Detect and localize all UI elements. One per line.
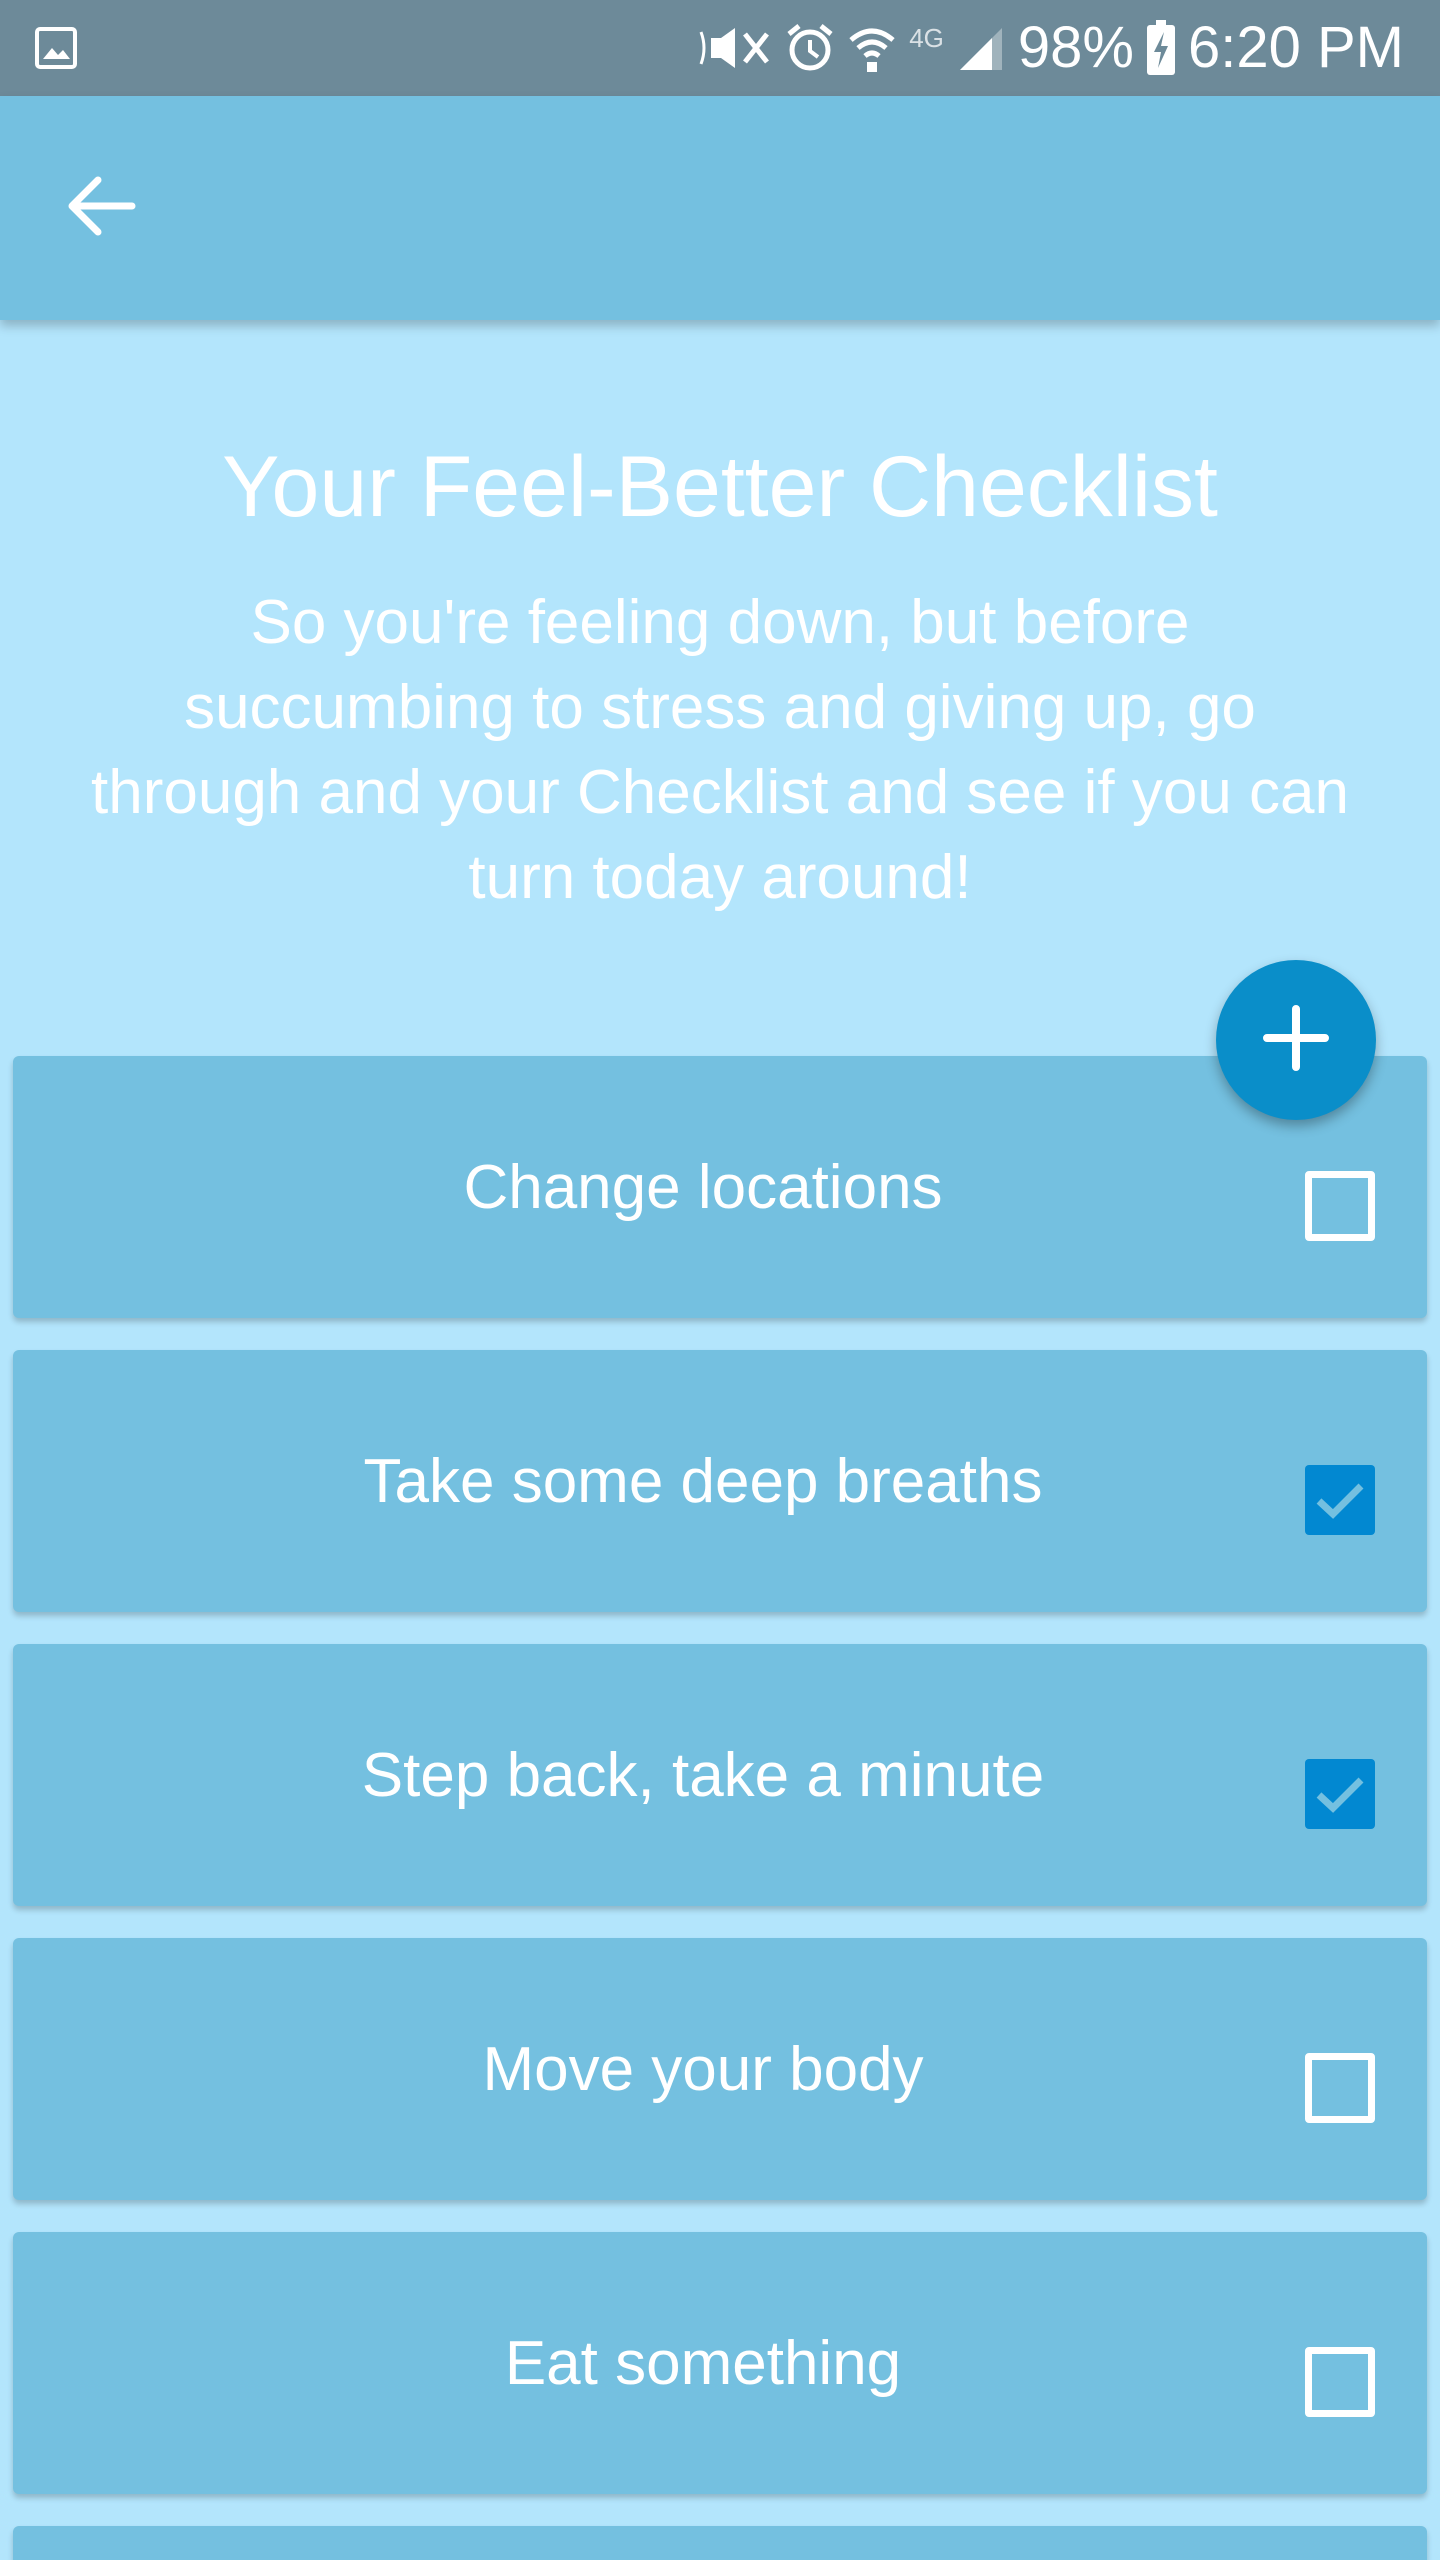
screen: 4G 98% 6:20 PM Your Feel-Better Checklis… xyxy=(0,0,1440,2560)
alarm-icon xyxy=(785,22,835,74)
app-bar xyxy=(0,96,1440,320)
battery-percent: 98% xyxy=(1017,15,1134,80)
status-icons: 4G 98% 6:20 PM xyxy=(697,0,1404,96)
item-label: Step back, take a minute xyxy=(361,1740,1045,1810)
item-label: Take some deep breaths xyxy=(363,1446,1043,1516)
checklist-item[interactable]: Take some deep breaths xyxy=(13,1350,1427,1612)
page-intro: So you're feeling down, but before succu… xyxy=(91,588,1349,912)
checklist-item-partial[interactable] xyxy=(13,2526,1427,2560)
add-item-button[interactable] xyxy=(1216,960,1376,1120)
item-label: Move your body xyxy=(482,2034,924,2104)
page-title: Your Feel-Better Checklist xyxy=(222,439,1218,535)
checklist-item[interactable]: Eat something xyxy=(13,2232,1427,2494)
item-label: Eat something xyxy=(504,2328,902,2398)
clock-time: 6:20 PM xyxy=(1188,15,1404,80)
item-label: Change locations xyxy=(463,1152,943,1222)
checklist-item[interactable]: Move your body xyxy=(13,1938,1427,2200)
item-checkbox[interactable] xyxy=(1305,1465,1375,1535)
battery-charging-icon xyxy=(1146,20,1176,76)
item-checkbox[interactable] xyxy=(1305,1171,1375,1241)
item-checkbox[interactable] xyxy=(1305,2347,1375,2417)
checklist-item[interactable]: Change locations xyxy=(13,1056,1427,1318)
check-icon xyxy=(1316,1483,1364,1519)
plus-icon xyxy=(1261,1003,1331,1078)
wifi-icon xyxy=(847,22,897,74)
item-checkbox[interactable] xyxy=(1305,1759,1375,1829)
arrow-back-icon xyxy=(64,174,136,243)
checklist: Change locations Take some deep breaths … xyxy=(13,1056,1427,2560)
status-bar: 4G 98% 6:20 PM xyxy=(0,0,1440,96)
check-icon xyxy=(1316,1777,1364,1813)
item-checkbox[interactable] xyxy=(1305,2053,1375,2123)
back-button[interactable] xyxy=(56,164,144,252)
checklist-item[interactable]: Step back, take a minute xyxy=(13,1644,1427,1906)
mute-icon xyxy=(697,22,773,74)
signal-icon xyxy=(956,22,1006,74)
image-icon xyxy=(34,26,78,70)
network-label: 4G xyxy=(909,23,944,53)
